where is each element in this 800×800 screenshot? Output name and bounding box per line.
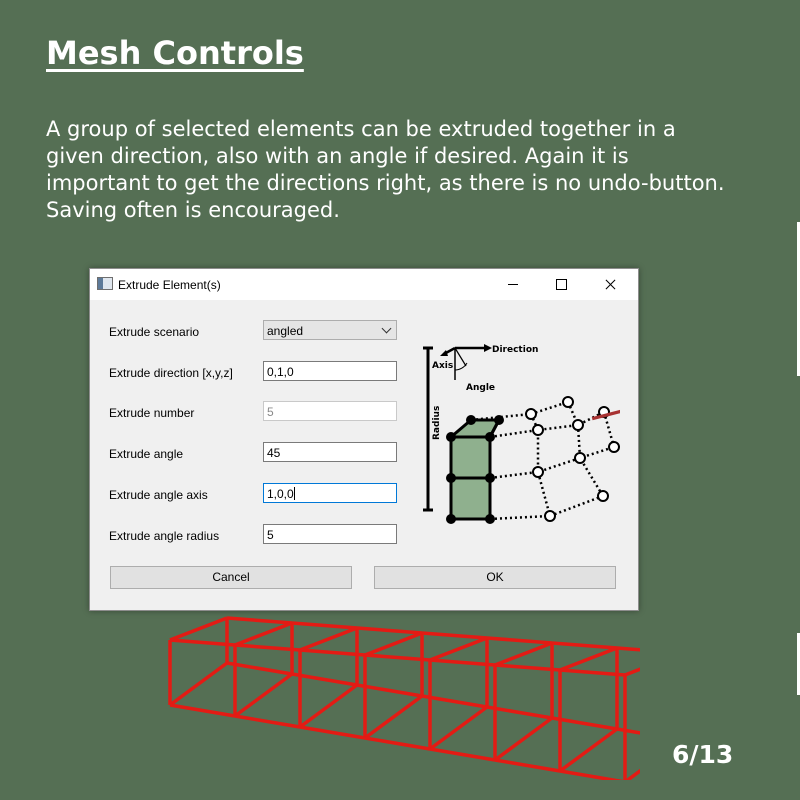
wireframe-edge: [493, 716, 554, 762]
angle-label: Angle: [466, 383, 495, 393]
wireframe-edge: [364, 736, 431, 751]
close-icon[interactable]: [588, 269, 634, 300]
wireframe-edge: [169, 616, 228, 642]
slide-title: Mesh Controls: [46, 34, 304, 72]
node: [608, 441, 620, 453]
extrude-angle-value: 45: [267, 446, 281, 460]
wireframe-edge: [168, 661, 229, 707]
wireframe-edge: [226, 616, 293, 625]
wireframe-edge: [364, 631, 423, 657]
extrude-scenario-label: Extrude scenario: [109, 325, 200, 339]
extrude-direction-input[interactable]: 0,1,0: [263, 361, 397, 381]
node: [532, 466, 544, 478]
extrude-angle-axis-value: 1,0,0: [267, 487, 294, 501]
wireframe-edge: [559, 769, 624, 780]
maximize-icon[interactable]: [539, 269, 585, 300]
extrude-angle-radius-value: 5: [267, 528, 274, 542]
node: [446, 514, 456, 524]
wireframe-edge: [429, 747, 496, 762]
extrude-scenario-value: angled: [267, 324, 304, 338]
extrude-angle-diagram: Radius Direction Axis Angle: [423, 344, 620, 524]
wireframe-edge: [421, 631, 488, 640]
extrude-number-input[interactable]: 5: [263, 401, 397, 421]
chevron-down-icon: [381, 323, 392, 334]
app-window-icon: [97, 277, 113, 290]
wireframe-edge: [356, 626, 423, 635]
extruded-edge: [470, 400, 569, 422]
dialog-titlebar[interactable]: Extrude Element(s): [90, 269, 638, 300]
extrude-dialog: Extrude Element(s) Extrude scenario angl…: [89, 268, 639, 611]
node: [597, 490, 609, 502]
wireframe-edge: [494, 758, 561, 773]
node: [544, 510, 556, 522]
node: [525, 408, 537, 420]
wireframe-edge: [551, 641, 618, 650]
axis-label: Axis: [432, 361, 453, 371]
node: [532, 424, 544, 436]
node: [485, 514, 495, 524]
wireframe-edge: [428, 705, 489, 751]
extruded-mesh-wireframe: [168, 616, 640, 780]
wireframe-edge: [558, 727, 619, 773]
extrude-scenario-select[interactable]: angled: [263, 320, 397, 340]
text-caret: [293, 487, 295, 500]
wireframe-edge: [298, 683, 359, 729]
direction-arrow-head: [484, 344, 492, 352]
extrude-direction-value: 0,1,0: [267, 365, 294, 379]
node: [466, 415, 476, 425]
wireframe-edge: [299, 725, 366, 740]
page-number: 6/13: [672, 740, 734, 769]
radius-label: Radius: [432, 406, 442, 440]
wireframe-edge: [234, 714, 301, 729]
slide-body-text: A group of selected elements can be extr…: [46, 117, 725, 222]
wireframe-edge: [299, 626, 358, 652]
direction-label: Direction: [492, 345, 538, 355]
extrude-angle-input[interactable]: 45: [263, 442, 397, 462]
extrude-number-value: 5: [267, 405, 274, 419]
dialog-title: Extrude Element(s): [118, 278, 221, 292]
cancel-button[interactable]: Cancel: [110, 566, 352, 589]
extrude-angle-radius-input[interactable]: 5: [263, 524, 397, 544]
wireframe-edge: [233, 672, 294, 718]
node: [446, 432, 456, 442]
node: [574, 452, 586, 464]
extruded-edge: [489, 445, 615, 480]
node: [562, 396, 574, 408]
wireframe-edges: [168, 616, 640, 780]
base-element: [449, 435, 492, 480]
node: [572, 419, 584, 431]
extrude-direction-label: Extrude direction [x,y,z]: [109, 366, 233, 380]
node: [446, 473, 456, 483]
wireframe-edge: [486, 636, 553, 645]
wireframe-edge: [363, 694, 424, 740]
wireframe-edge: [616, 727, 640, 735]
base-element: [449, 476, 492, 521]
extrude-angle-radius-label: Extrude angle radius: [109, 529, 220, 543]
extrude-angle-axis-input[interactable]: 1,0,0: [263, 483, 397, 503]
ok-button[interactable]: OK: [374, 566, 616, 589]
node: [485, 432, 495, 442]
minimize-icon[interactable]: [490, 269, 536, 300]
axis-arrow-head: [440, 350, 448, 356]
extrude-angle-label: Extrude angle: [109, 447, 184, 461]
node: [485, 473, 495, 483]
wireframe-edge: [624, 768, 640, 780]
node: [494, 415, 504, 425]
wireframe-edge: [234, 621, 293, 647]
wireframe-edge: [169, 703, 236, 718]
extrude-angle-axis-label: Extrude angle axis: [109, 488, 208, 502]
wireframe-edge: [494, 641, 553, 667]
wireframe-edge: [291, 621, 358, 630]
angle-line: [454, 347, 467, 367]
wireframe-edge: [624, 667, 640, 677]
extrude-number-label: Extrude number: [109, 406, 195, 420]
wireframe-edge: [616, 646, 640, 652]
wireframe-edge: [429, 636, 488, 662]
wireframe-edge: [559, 646, 618, 672]
